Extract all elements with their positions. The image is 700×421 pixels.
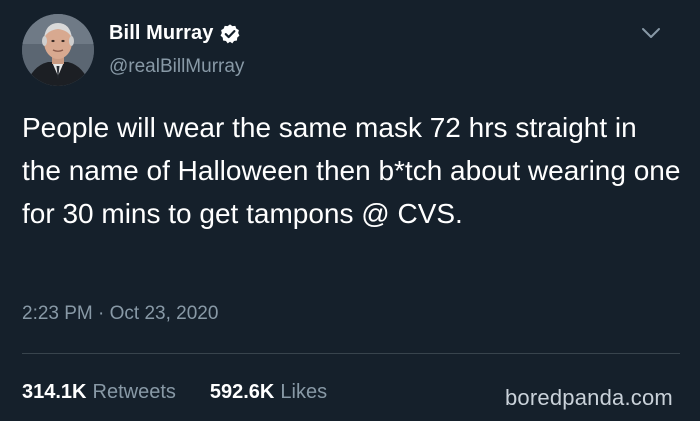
verified-badge-icon [219, 23, 241, 45]
display-name[interactable]: Bill Murray [109, 22, 213, 45]
retweets-stat[interactable]: 314.1K Retweets [22, 381, 176, 404]
likes-label: Likes [280, 381, 328, 403]
avatar-portrait-image [22, 14, 94, 86]
tweet-stats: 314.1K Retweets 592.6K Likes [22, 381, 327, 404]
watermark: boredpanda.com [505, 385, 673, 410]
tweet-text: People will wear the same mask 72 hrs st… [22, 112, 681, 229]
divider [22, 353, 680, 354]
tweet-timestamp[interactable]: 2:23 PM · Oct 23, 2020 [22, 303, 218, 325]
retweets-count: 314.1K [22, 381, 87, 403]
user-handle[interactable]: @realBillMurray [109, 56, 244, 78]
likes-stat[interactable]: 592.6K Likes [210, 381, 327, 404]
user-name-row: Bill Murray [109, 22, 241, 45]
likes-count: 592.6K [209, 381, 275, 403]
tweet-card: Bill Murray @realBillMurray People will … [0, 0, 700, 421]
avatar[interactable] [22, 14, 94, 86]
retweets-label: Retweets [92, 381, 176, 403]
chevron-down-icon[interactable] [640, 26, 662, 40]
